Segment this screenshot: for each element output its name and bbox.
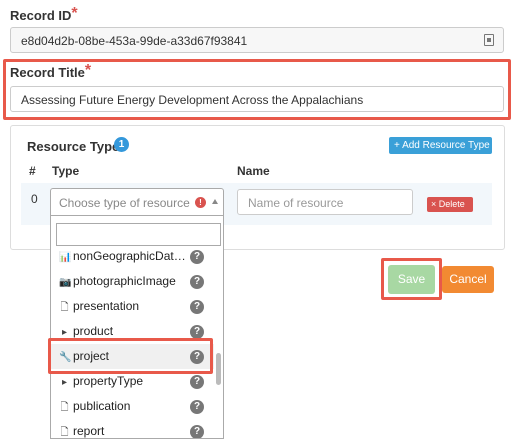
resource-type-select[interactable]: Choose type of resource ! [50, 188, 224, 216]
row-index: 0 [31, 192, 38, 206]
resource-count-badge: 1 [114, 137, 129, 152]
dropdown-option-photographicimage[interactable]: 📷 photographicImage? [51, 269, 214, 294]
column-header-type: Type [52, 164, 80, 178]
document-icon: 🗋 [60, 427, 69, 438]
delete-button[interactable]: × Delete [427, 197, 473, 212]
resource-name-input[interactable]: Name of resource [237, 189, 413, 215]
dropdown-option-nongeographicdat[interactable]: 📊 nonGeographicDat…? [51, 244, 214, 269]
column-header-name: Name [237, 164, 270, 178]
dropdown-option-report[interactable]: 🗋 report? [51, 419, 214, 438]
help-icon[interactable]: ? [190, 425, 204, 438]
add-resource-type-button[interactable]: + Add Resource Type [389, 137, 492, 154]
help-icon[interactable]: ? [190, 375, 204, 389]
project-option-highlight [48, 338, 213, 374]
record-id-value: e8d04d2b-08be-453a-99de-a33d67f93841 [21, 34, 248, 48]
help-icon[interactable]: ? [190, 300, 204, 314]
bar-chart-icon: 📊 [59, 252, 72, 263]
caret-up-icon [212, 199, 218, 204]
help-icon[interactable]: ? [190, 250, 204, 264]
help-icon[interactable]: ? [190, 400, 204, 414]
dropdown-option-label: presentation [73, 299, 140, 313]
save-button-highlight [381, 258, 442, 300]
dropdown-option-publication[interactable]: 🗋 publication? [51, 394, 214, 419]
copy-icon[interactable] [484, 34, 494, 46]
cancel-button[interactable]: Cancel [442, 266, 494, 293]
resource-type-dropdown[interactable]: 📊 nonGeographicDat…? 📷 photographicImage? 🗋 p… [50, 216, 224, 439]
dropdown-option-label: report [73, 424, 105, 438]
error-icon: ! [195, 197, 206, 208]
dropdown-option-label: publication [73, 399, 131, 413]
record-id-field[interactable]: e8d04d2b-08be-453a-99de-a33d67f93841 [10, 27, 504, 53]
document-icon: 🗋 [60, 402, 69, 413]
document-icon: 🗋 [60, 302, 69, 313]
help-icon[interactable]: ? [190, 325, 204, 339]
resource-name-placeholder: Name of resource [248, 196, 344, 210]
dropdown-scrollbar[interactable] [216, 353, 221, 385]
dropdown-option-label: nonGeographicDat… [73, 249, 186, 263]
record-id-label: Record ID* [10, 5, 78, 24]
help-icon[interactable]: ? [190, 275, 204, 289]
resource-type-placeholder: Choose type of resource [59, 196, 190, 210]
record-title-highlight [3, 59, 511, 120]
dropdown-option-presentation[interactable]: 🗋 presentation? [51, 294, 214, 319]
required-marker: * [71, 5, 78, 22]
dropdown-search-input[interactable] [56, 223, 221, 246]
dropdown-option-label: product [73, 324, 114, 338]
dropdown-option-label: propertyType [73, 374, 144, 388]
camera-icon: 📷 [59, 277, 72, 288]
dropdown-option-label: photographicImage [73, 274, 176, 288]
column-header-number: # [29, 164, 36, 178]
resource-types-label: Resource Types [27, 139, 127, 154]
